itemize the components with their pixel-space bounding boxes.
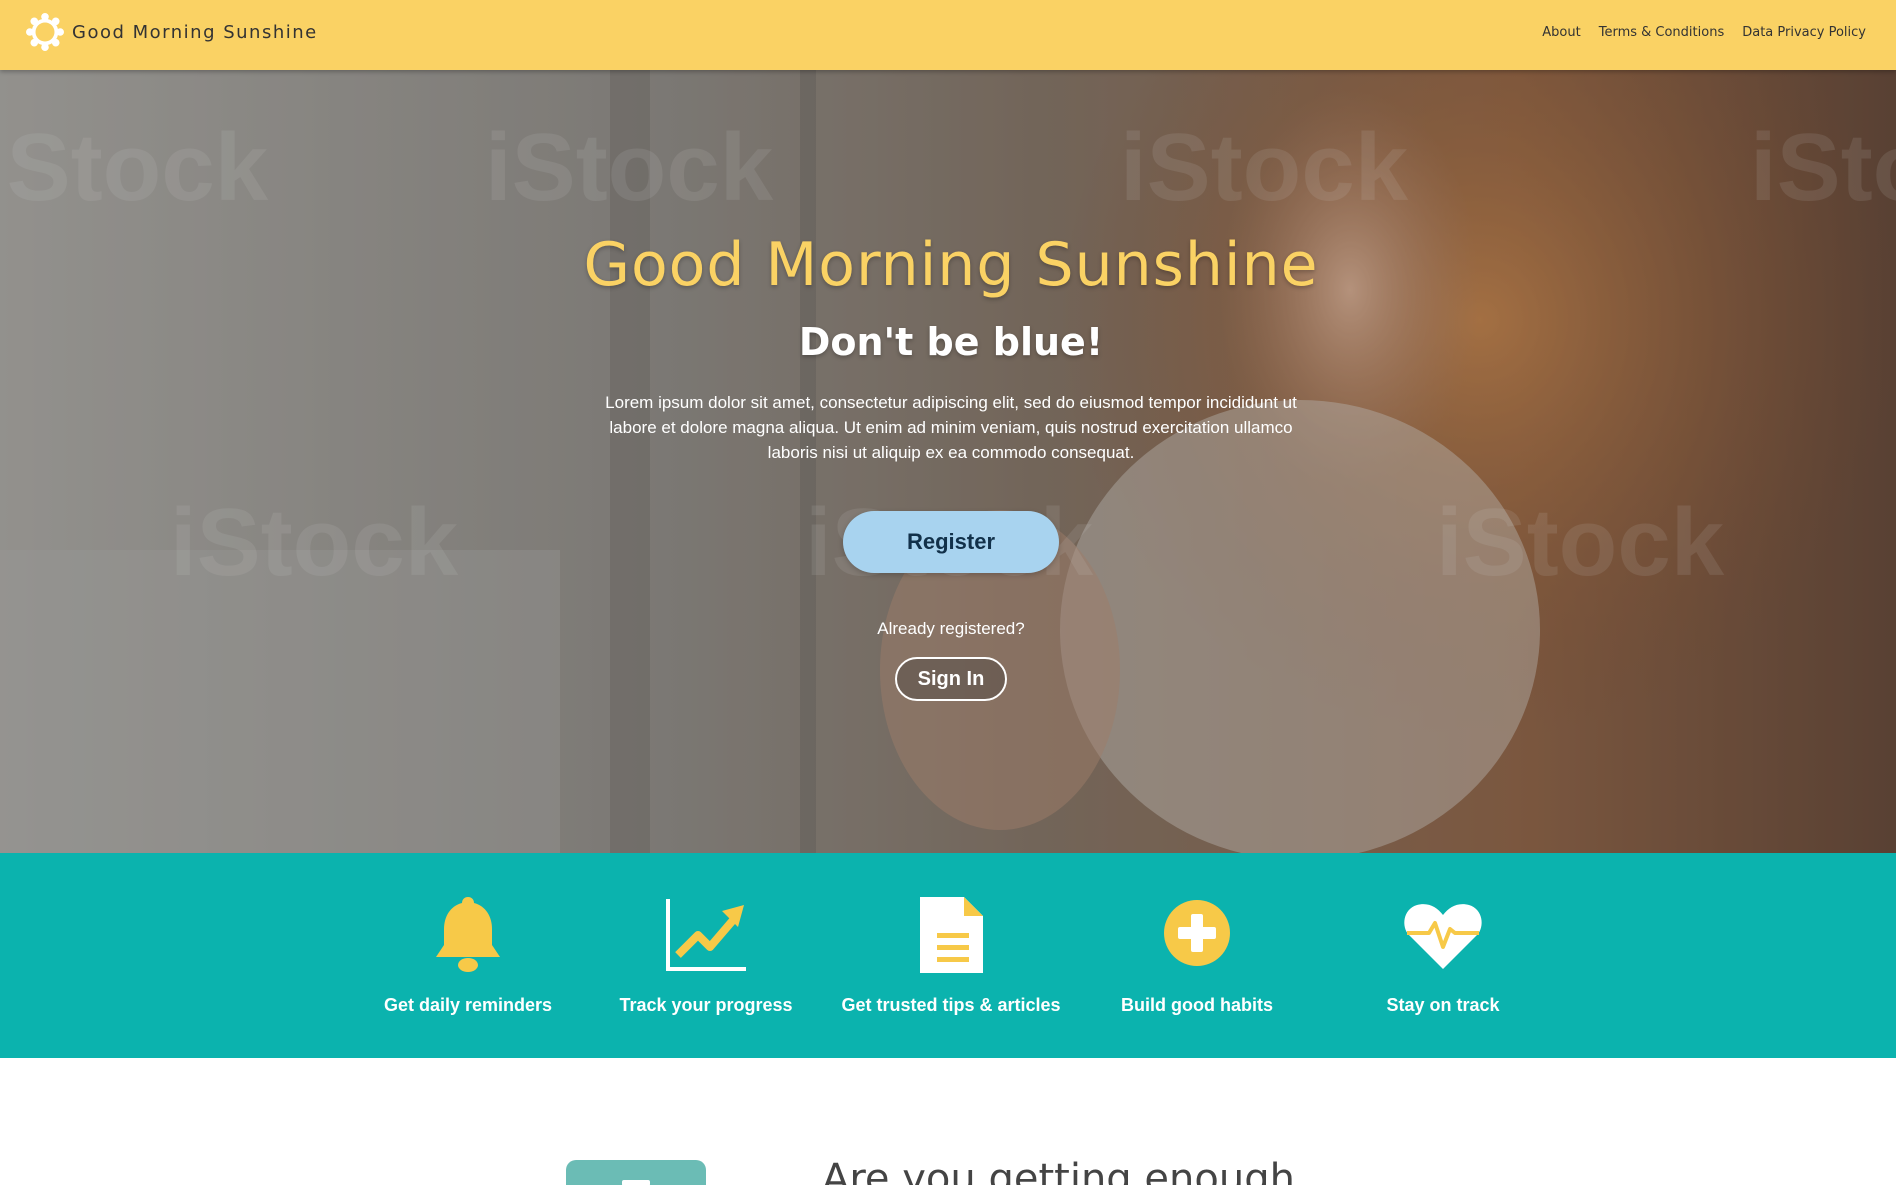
feature-good-habits: Build good habits <box>1077 895 1317 1016</box>
nav-link-terms[interactable]: Terms & Conditions <box>1599 25 1725 40</box>
bell-icon <box>436 897 500 972</box>
brand-home-link[interactable]: Good Morning Sunshine <box>26 13 318 51</box>
hero-description: Lorem ipsum dolor sit amet, consectetur … <box>605 393 1297 462</box>
plus-circle-icon <box>1164 900 1230 966</box>
feature-label: Build good habits <box>1121 995 1273 1015</box>
features-bar: Get daily reminders Track your progress … <box>0 853 1896 1058</box>
brand-name: Good Morning Sunshine <box>72 21 318 43</box>
sun-icon <box>26 13 64 51</box>
feature-tips-articles: Get trusted tips & articles <box>831 895 1071 1016</box>
feature-label: Get daily reminders <box>383 995 553 1015</box>
feature-track-progress: Track your progress <box>586 895 826 1016</box>
nav-link-about[interactable]: About <box>1542 25 1580 40</box>
nav-link-privacy[interactable]: Data Privacy Policy <box>1742 25 1866 40</box>
teaser-illustration <box>566 1160 706 1185</box>
feature-label: Stay on track <box>1386 995 1500 1015</box>
nav-links: About Terms & Conditions Data Privacy Po… <box>1542 25 1866 40</box>
hero-title: Good Morning Sunshine <box>583 230 1319 300</box>
feature-label: Track your progress <box>619 995 793 1015</box>
register-button[interactable]: Register <box>843 511 1059 573</box>
document-icon <box>920 897 983 973</box>
feature-stay-on-track: Stay on track <box>1323 895 1563 1016</box>
content-section: Are you getting enough <box>0 1058 1896 1185</box>
heartbeat-icon <box>1404 904 1482 969</box>
section-heading: Are you getting enough <box>822 1156 1295 1185</box>
trending-chart-icon <box>666 899 746 971</box>
hero-section: iStock iStock iStock iStock iStock iStoc… <box>0 70 1896 853</box>
sign-in-button[interactable]: Sign In <box>895 657 1007 701</box>
already-registered-text: Already registered? <box>877 619 1025 638</box>
hero-subtitle: Don't be blue! <box>798 320 1104 364</box>
hero-content: Good Morning Sunshine Don't be blue! Lor… <box>548 230 1354 701</box>
top-navbar: Good Morning Sunshine About Terms & Cond… <box>0 0 1896 70</box>
teaser-illustration-detail <box>622 1180 650 1185</box>
feature-daily-reminders: Get daily reminders <box>348 895 588 1016</box>
feature-label: Get trusted tips & articles <box>841 995 1061 1015</box>
